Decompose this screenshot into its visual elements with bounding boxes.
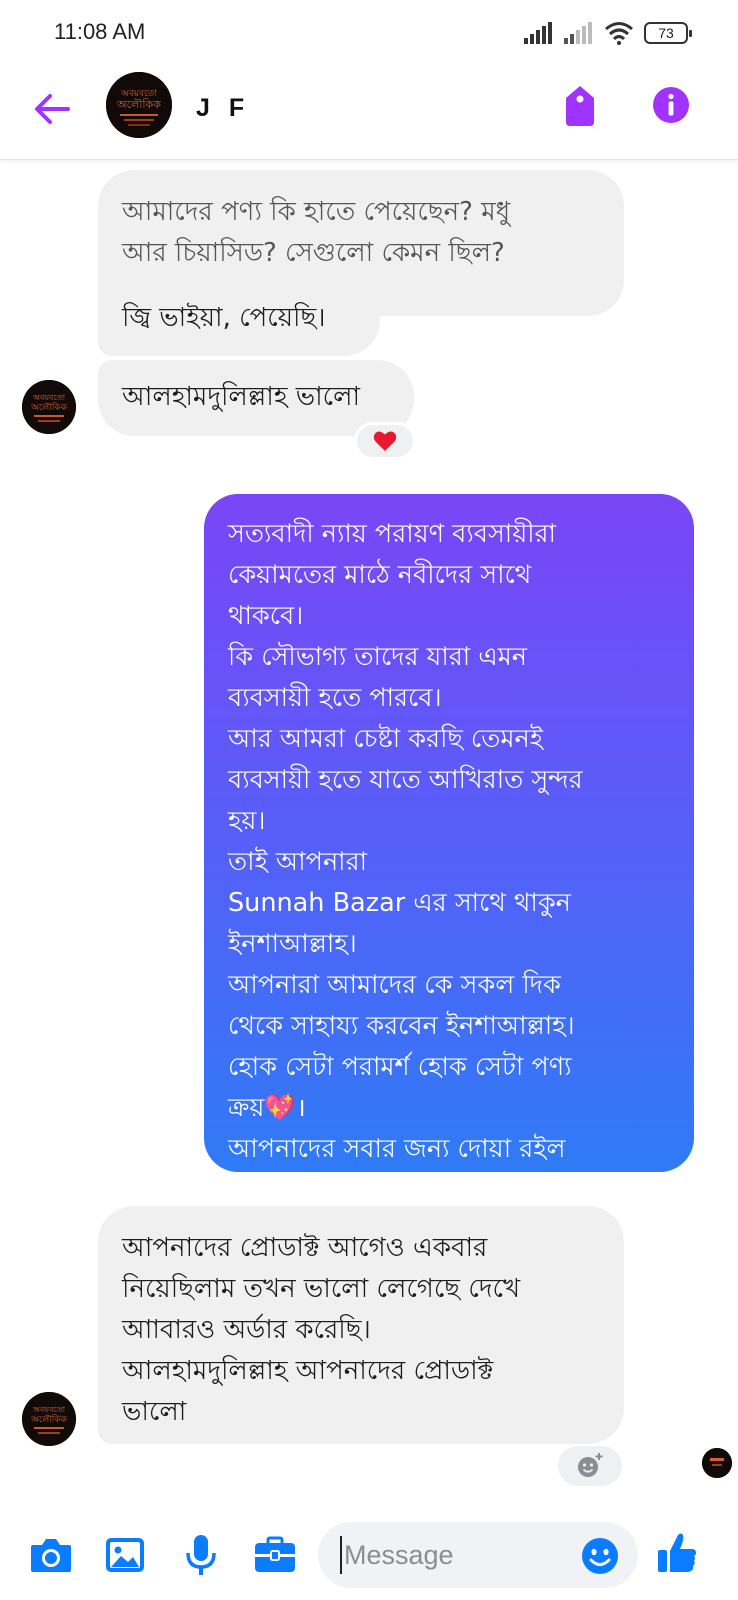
avatar-logo-icon: অবয়বতো অলৌকিক: [22, 380, 76, 434]
status-bar: 11:08 AM 73: [0, 0, 738, 64]
message-line: নিয়েছিলাম তখন ভালো লেগেছে দেখে: [122, 1274, 521, 1304]
info-button[interactable]: [652, 86, 690, 124]
message-bubble-incoming[interactable]: আপনাদের প্রোডাক্ট আগেও একবার নিয়েছিলাম …: [98, 1206, 624, 1444]
microphone-icon: [186, 1535, 216, 1575]
message-composer: [0, 1510, 738, 1600]
gallery-button[interactable]: [102, 1532, 148, 1578]
thumbs-up-icon: [658, 1533, 696, 1572]
tag-icon: [566, 86, 594, 126]
message-line: থেকে সাহায্য করবেন ইনশাআল্লাহ।: [228, 1011, 575, 1041]
message-line: আপনাদের প্রোডাক্ট আগেও একবার: [122, 1233, 488, 1263]
svg-text:অলৌকিক: অলৌকিক: [30, 402, 68, 413]
battery-indicator: 73: [644, 22, 692, 44]
message-line: হয়।: [228, 806, 266, 836]
message-line: ক্রয়💖।: [228, 1093, 306, 1123]
like-button[interactable]: [654, 1530, 700, 1576]
avatar-logo-icon: অবয়বতো অলৌকিক: [106, 72, 172, 138]
svg-text:অলৌকিক: অলৌকিক: [30, 1414, 68, 1425]
contact-avatar[interactable]: অবয়বতো অলৌকিক: [106, 72, 172, 138]
message-line: আলহামদুলিল্লাহ আপনাদের প্রোডাক্ট: [122, 1356, 494, 1386]
message-list[interactable]: আমাদের পণ্য কি হাতে পেয়েছেন? মধু আর চিয…: [0, 160, 738, 1510]
svg-text:অলৌকিক: অলৌকিক: [116, 98, 161, 111]
message-line: আমাদের পণ্য কি হাতে পেয়েছেন? মধু: [122, 197, 511, 227]
wifi-icon: [605, 22, 633, 45]
heart-reaction[interactable]: [354, 422, 416, 460]
avatar-logo-icon: [702, 1448, 732, 1478]
message-input-container[interactable]: [318, 1522, 638, 1588]
add-reaction-button[interactable]: [558, 1446, 622, 1486]
message-line: ব্যবসায়ী হতে পারবে।: [228, 683, 442, 713]
chat-header: অবয়বতো অলৌকিক J F: [0, 64, 738, 160]
message-line: ইনশাআল্লাহ।: [228, 929, 357, 959]
message-line: আপনারা আমাদের কে সকল দিক: [228, 970, 561, 1000]
message-line: ব্যবসায়ী হতে যাতে আখিরাত সুন্দর: [228, 765, 583, 795]
gallery-icon: [106, 1538, 144, 1572]
signal-icon: [524, 22, 552, 44]
status-icons: 73: [524, 20, 692, 46]
message-line: ভালো: [122, 1397, 187, 1427]
svg-text:অবয়বতো: অবয়বতো: [32, 1405, 66, 1414]
message-bubble-incoming[interactable]: জ্বি ভাইয়া, পেয়েছি।: [98, 282, 380, 356]
status-time: 11:08 AM: [54, 19, 146, 44]
camera-icon: [31, 1539, 71, 1572]
back-button[interactable]: [30, 86, 76, 132]
camera-button[interactable]: [28, 1532, 74, 1578]
message-line: কি সৌভাগ্য তাদের যারা এমন: [228, 642, 528, 672]
add-reaction-icon: [578, 1453, 603, 1477]
message-bubble-outgoing[interactable]: সত্যবাদী ন্যায় পরায়ণ ব্যবসায়ীরা কেয়া…: [204, 494, 694, 1172]
svg-text:অবয়বতো: অবয়বতো: [32, 393, 66, 402]
battery-level: 73: [658, 25, 674, 41]
heart-icon: [373, 431, 397, 451]
tag-button[interactable]: [560, 84, 600, 128]
emoji-button[interactable]: [580, 1536, 620, 1576]
signal-2-icon: [564, 22, 592, 44]
message-line: আর চিয়াসিড? সেগুলো কেমন ছিল?: [122, 238, 505, 268]
info-icon: [653, 87, 689, 123]
message-line: আপনাদের সবার জন্য দোয়া রইল: [228, 1134, 566, 1164]
message-line: হোক সেটা পরামর্শ হোক সেটা পণ্য: [228, 1052, 572, 1082]
emoji-icon: [582, 1538, 618, 1574]
contact-name[interactable]: J F: [196, 94, 250, 123]
briefcase-button[interactable]: [252, 1532, 298, 1578]
message-line: কেয়ামতের মাঠে নবীদের সাথে: [228, 560, 532, 590]
message-line: থাকবে।: [228, 601, 304, 631]
briefcase-icon: [255, 1536, 295, 1572]
seen-indicator-avatar: [702, 1448, 732, 1478]
message-line: আাবারও অর্ডার করেছি।: [122, 1315, 371, 1345]
message-line: তাই আপনারা: [228, 847, 367, 877]
microphone-button[interactable]: [178, 1532, 224, 1578]
message-input[interactable]: [340, 1536, 580, 1574]
avatar-logo-icon: অবয়বতো অলৌকিক: [22, 1392, 76, 1446]
message-line: Sunnah Bazar এর সাথে থাকুন: [228, 888, 571, 918]
back-arrow-icon: [35, 94, 70, 124]
sender-avatar[interactable]: অবয়বতো অলৌকিক: [22, 1392, 76, 1446]
message-line: আর আমরা চেষ্টা করছি তেমনই: [228, 724, 544, 754]
message-line: সত্যবাদী ন্যায় পরায়ণ ব্যবসায়ীরা: [228, 519, 556, 549]
sender-avatar[interactable]: অবয়বতো অলৌকিক: [22, 380, 76, 434]
